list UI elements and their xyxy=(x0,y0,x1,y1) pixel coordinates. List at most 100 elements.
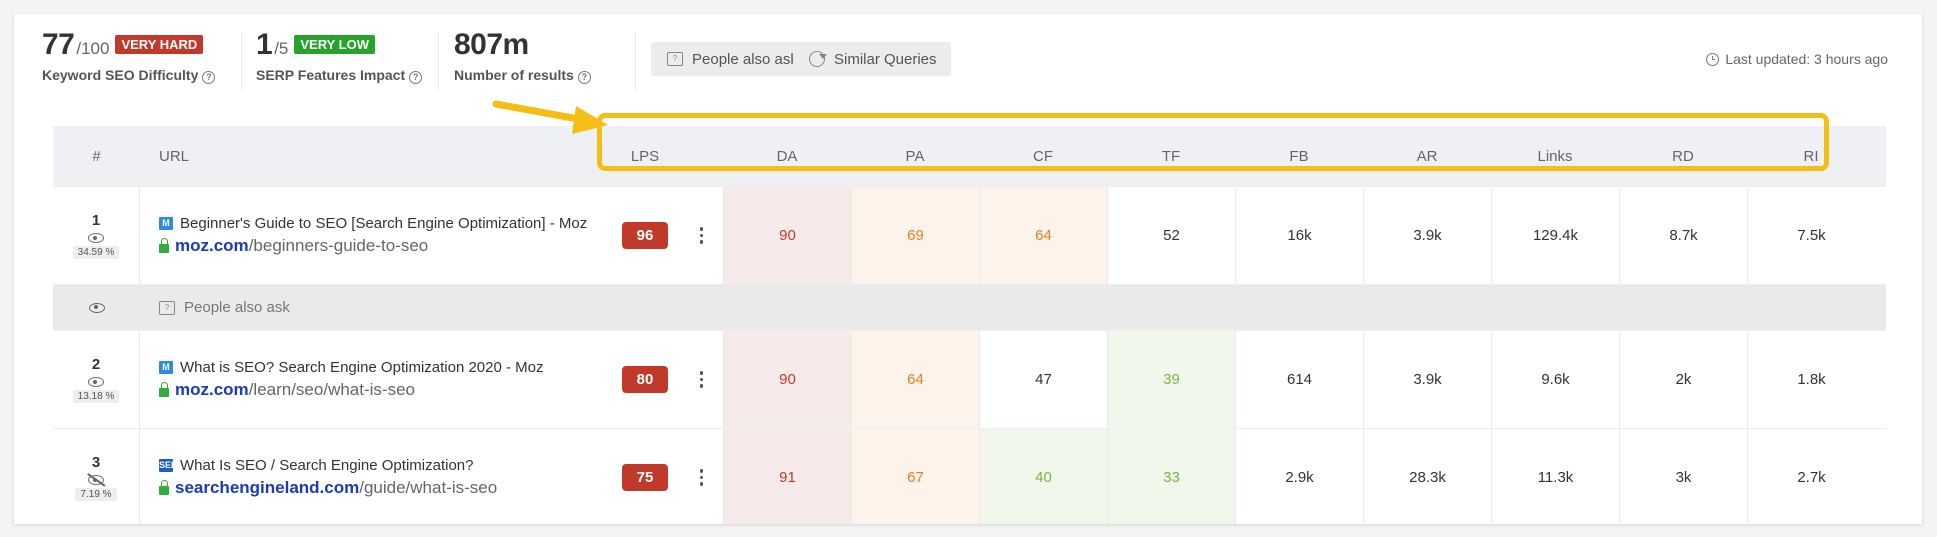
eye-icon[interactable] xyxy=(88,377,104,387)
row-menu-button[interactable] xyxy=(680,187,723,284)
result-path[interactable]: /guide/what-is-seo xyxy=(359,478,497,498)
metric-da: 90 xyxy=(723,187,851,284)
question-box-icon: ? xyxy=(159,300,175,315)
seo-difficulty-value: 77 xyxy=(42,28,75,61)
col-header-da[interactable]: DA xyxy=(723,126,851,186)
col-header-tf[interactable]: TF xyxy=(1107,126,1235,186)
table-row: 1 34.59 % M Beginner's Guide to SEO [Sea… xyxy=(53,187,1886,285)
last-updated-text: Last updated: 3 hours ago xyxy=(1725,51,1888,67)
lock-icon xyxy=(159,479,169,495)
metric-rd: 2k xyxy=(1619,331,1747,428)
lps-badge: 80 xyxy=(622,366,668,393)
question-box-icon: ? xyxy=(667,52,683,66)
metric-ri: 7.5k xyxy=(1747,187,1875,284)
ctr-percent: 13.18 % xyxy=(72,390,120,403)
lock-icon xyxy=(159,237,169,253)
rank-number: 3 xyxy=(91,454,101,471)
metric-ri: 2.7k xyxy=(1747,429,1875,524)
metric-fb: 16k xyxy=(1235,187,1363,284)
col-header-fb[interactable]: FB xyxy=(1235,126,1363,186)
result-title[interactable]: What is SEO? Search Engine Optimization … xyxy=(180,359,544,376)
col-header-links[interactable]: Links xyxy=(1491,126,1619,186)
serp-table: # URL LPS DA PA CF TF FB AR Links RD RI … xyxy=(53,126,1886,524)
col-header-rd[interactable]: RD xyxy=(1619,126,1747,186)
lps-badge: 75 xyxy=(622,464,668,491)
serp-impact-badge: VERY LOW xyxy=(294,35,375,54)
eye-icon[interactable] xyxy=(88,233,104,243)
result-domain[interactable]: moz.com xyxy=(175,380,249,400)
favicon-icon: M xyxy=(159,217,173,230)
metric-tf: 33 xyxy=(1107,429,1235,524)
metric-links: 129.4k xyxy=(1491,187,1619,284)
eye-icon[interactable] xyxy=(88,302,105,313)
metric-da: 91 xyxy=(723,429,851,524)
metric-cf: 40 xyxy=(979,429,1107,524)
result-domain[interactable]: moz.com xyxy=(175,236,249,256)
help-icon[interactable]: ? xyxy=(202,71,216,84)
refresh-icon xyxy=(809,51,827,67)
serp-impact-scale: /5 xyxy=(274,39,289,58)
results-count-metric: 807m Number of results? xyxy=(454,28,591,84)
ctr-percent: 34.59 % xyxy=(72,246,120,259)
lps-cell: 80 xyxy=(610,331,680,428)
divider xyxy=(635,32,636,90)
similar-queries-button[interactable]: Similar Queries xyxy=(793,42,951,76)
result-path[interactable]: /learn/seo/what-is-seo xyxy=(249,380,415,400)
result-domain[interactable]: searchengineland.com xyxy=(175,478,359,498)
metric-pa: 64 xyxy=(851,331,979,428)
url-cell: M What is SEO? Search Engine Optimizatio… xyxy=(140,331,610,428)
rank-number: 1 xyxy=(91,212,101,229)
similar-queries-label: Similar Queries xyxy=(834,50,937,68)
col-header-cf[interactable]: CF xyxy=(979,126,1107,186)
ctr-percent: 7.19 % xyxy=(75,488,117,501)
divider xyxy=(241,32,242,90)
metric-links: 9.6k xyxy=(1491,331,1619,428)
seo-difficulty-scale: /100 xyxy=(76,39,110,58)
people-also-ask-button[interactable]: ? People also ask xyxy=(651,42,812,76)
col-header-url[interactable]: URL xyxy=(140,126,610,186)
results-count-label: Number of results xyxy=(454,67,574,83)
last-updated: Last updated: 3 hours ago xyxy=(1706,51,1888,67)
favicon-icon: SEL xyxy=(159,459,177,472)
col-header-ri[interactable]: RI xyxy=(1747,126,1875,186)
metric-ar: 3.9k xyxy=(1363,187,1491,284)
row-menu-button[interactable] xyxy=(680,429,723,524)
serp-impact-label: SERP Features Impact xyxy=(256,67,406,83)
more-vertical-icon xyxy=(699,227,704,244)
metric-cf: 47 xyxy=(979,331,1107,428)
help-icon[interactable]: ? xyxy=(409,71,423,84)
paa-visibility[interactable] xyxy=(53,285,140,330)
metric-ar: 28.3k xyxy=(1363,429,1491,524)
metric-links: 11.3k xyxy=(1491,429,1619,524)
result-path[interactable]: /beginners-guide-to-seo xyxy=(249,236,429,256)
people-also-ask-row[interactable]: ? People also ask xyxy=(53,285,1886,331)
col-header-spacer xyxy=(680,126,723,186)
rank-cell: 3 7.19 % xyxy=(53,429,140,524)
col-header-pa[interactable]: PA xyxy=(851,126,979,186)
lps-badge: 96 xyxy=(622,222,668,249)
metric-fb: 2.9k xyxy=(1235,429,1363,524)
seo-difficulty-metric: 77/100 VERY HARD Keyword SEO Difficulty? xyxy=(42,28,216,84)
lps-cell: 75 xyxy=(610,429,680,524)
result-title[interactable]: Beginner's Guide to SEO [Search Engine O… xyxy=(180,215,587,232)
lock-icon xyxy=(159,381,169,397)
serp-impact-metric: 1/5 VERY LOW SERP Features Impact? xyxy=(256,28,423,84)
seo-difficulty-label: Keyword SEO Difficulty xyxy=(42,67,199,83)
metric-cf: 64 xyxy=(979,187,1107,284)
result-title[interactable]: What Is SEO / Search Engine Optimization… xyxy=(180,457,473,474)
row-menu-button[interactable] xyxy=(680,331,723,428)
metric-ri: 1.8k xyxy=(1747,331,1875,428)
metric-rd: 8.7k xyxy=(1619,187,1747,284)
metric-da: 90 xyxy=(723,331,851,428)
col-header-num[interactable]: # xyxy=(53,126,140,186)
url-cell: M Beginner's Guide to SEO [Search Engine… xyxy=(140,187,610,284)
help-icon[interactable]: ? xyxy=(577,71,591,84)
metric-pa: 69 xyxy=(851,187,979,284)
eye-off-icon[interactable] xyxy=(88,475,104,485)
col-header-ar[interactable]: AR xyxy=(1363,126,1491,186)
difficulty-badge: VERY HARD xyxy=(115,35,204,54)
metric-tf: 52 xyxy=(1107,187,1235,284)
divider xyxy=(438,32,439,90)
favicon-icon: M xyxy=(159,361,173,374)
col-header-lps[interactable]: LPS xyxy=(610,126,680,186)
